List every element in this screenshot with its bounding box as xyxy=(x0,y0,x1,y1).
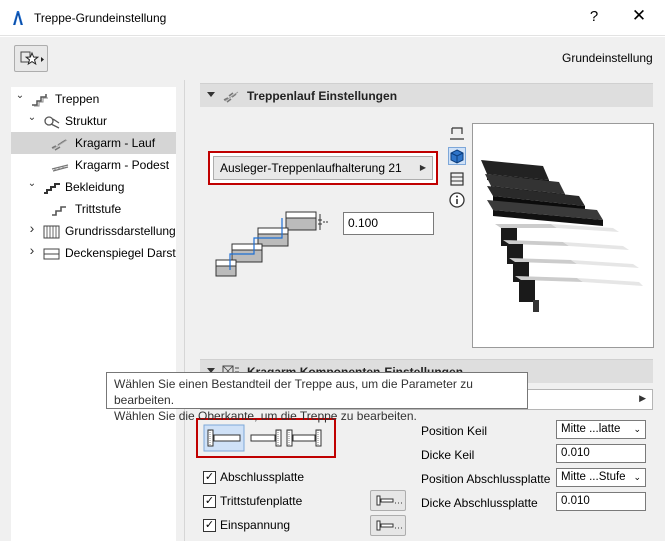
trittstufenplatte-checkbox[interactable]: ✓ xyxy=(203,495,216,508)
dicke-keil-input[interactable]: 0.010 xyxy=(556,444,646,463)
tree-item-trittstufe[interactable]: Trittstufe xyxy=(11,198,176,220)
tree-item-treppen[interactable]: ⌄ Treppen xyxy=(11,88,176,110)
checkbox-label: Einspannung xyxy=(220,518,291,532)
tree-item-kragarm-podest[interactable]: Kragarm - Podest xyxy=(11,154,176,176)
tree-item-label: Treppen xyxy=(55,92,100,106)
info-icon[interactable] xyxy=(448,191,466,209)
tree-item-label: Deckenspiegel Darste xyxy=(65,246,176,260)
tree-item-label: Grundrissdarstellung xyxy=(65,224,176,238)
settings-tree: ⌄ Treppen ⌄ Struktur Kragarm - Lauf Krag… xyxy=(11,87,176,541)
stair-run-icon xyxy=(222,88,240,103)
tree-item-label: Kragarm - Lauf xyxy=(75,136,156,150)
position-keil-select[interactable]: Mitte ...latte ⌄ xyxy=(556,420,646,439)
position-abschlussplatte-select[interactable]: Mitte ...Stufe ⌄ xyxy=(556,468,646,487)
stair-run-selector-highlight: Ausleger-Treppenlaufhalterung 21 ▶ xyxy=(208,151,438,185)
window-title: Treppe-Grundeinstellung xyxy=(34,11,167,25)
abschlussplatte-checkbox[interactable]: ✓ xyxy=(203,471,216,484)
thickness-input[interactable]: 0.100 xyxy=(343,212,434,235)
cladding-icon xyxy=(43,180,61,194)
floor-plan-icon xyxy=(43,224,61,239)
structure-icon xyxy=(43,114,61,129)
select-value: Mitte ...Stufe xyxy=(561,471,626,483)
tree-item-kragarm-lauf[interactable]: Kragarm - Lauf xyxy=(11,132,176,154)
tooltip-line-2: Wählen Sie die Oberkante, um die Treppe … xyxy=(114,409,417,423)
chevron-right-icon[interactable]: › xyxy=(27,242,37,261)
chevron-down-icon[interactable]: ⌄ xyxy=(27,176,37,195)
tooltip-line-1: Wählen Sie einen Bestandteil der Treppe … xyxy=(114,377,473,407)
tree-item-label: Bekleidung xyxy=(65,180,125,194)
select-value: Mitte ...latte xyxy=(561,423,621,435)
ceiling-plan-icon xyxy=(43,246,61,260)
cantilever-run-icon xyxy=(51,136,69,151)
tree-item-label: Trittstufe xyxy=(75,202,122,216)
caret-right-icon: ▶ xyxy=(639,393,646,403)
collapse-triangle-icon[interactable] xyxy=(207,92,215,97)
header-label: Grundeinstellung xyxy=(562,51,653,65)
view-3d-icon[interactable] xyxy=(448,147,466,165)
component-selector-highlight xyxy=(196,418,336,458)
selector-value: Ausleger-Treppenlaufhalterung 21 xyxy=(220,161,402,175)
cantilever-landing-icon xyxy=(51,158,69,172)
stair-3d-preview[interactable] xyxy=(472,123,654,348)
favorites-star-icon xyxy=(20,51,44,66)
tree-item-struktur[interactable]: ⌄ Struktur xyxy=(11,110,176,132)
tree-item-label: Struktur xyxy=(65,114,108,128)
einspannung-settings-button[interactable] xyxy=(370,515,406,536)
position-keil-label: Position Keil xyxy=(421,424,488,438)
tread-icon xyxy=(51,202,69,216)
chevron-down-icon: ⌄ xyxy=(633,472,641,482)
dicke-abschlussplatte-input[interactable]: 0.010 xyxy=(556,492,646,511)
help-button[interactable]: ? xyxy=(582,8,606,28)
position-abschlussplatte-label: Position Abschlussplatte xyxy=(421,472,551,486)
section-title: Treppenlauf Einstellungen xyxy=(247,89,398,103)
caret-right-icon: ▶ xyxy=(419,163,426,172)
view-2d-icon[interactable] xyxy=(448,125,466,143)
close-button[interactable]: ✕ xyxy=(624,6,654,30)
dicke-keil-label: Dicke Keil xyxy=(421,448,475,462)
pane-divider[interactable] xyxy=(184,80,185,541)
chevron-down-icon[interactable]: ⌄ xyxy=(15,88,25,107)
tree-item-deckenspiegel[interactable]: › Deckenspiegel Darste xyxy=(11,242,176,264)
trittstufenplatte-settings-button[interactable] xyxy=(370,490,406,511)
stair-run-selector[interactable]: Ausleger-Treppenlaufhalterung 21 ▶ xyxy=(213,156,433,180)
app-icon xyxy=(10,10,26,26)
chevron-down-icon: ⌄ xyxy=(633,424,641,434)
tree-item-grundrissdarstellung[interactable]: › Grundrissdarstellung xyxy=(11,220,176,242)
chevron-down-icon[interactable]: ⌄ xyxy=(27,110,37,129)
checkbox-label: Trittstufenplatte xyxy=(220,494,303,508)
section-header-treppenlauf[interactable]: Treppenlauf Einstellungen xyxy=(200,83,653,107)
einspannung-checkbox[interactable]: ✓ xyxy=(203,519,216,532)
chevron-right-icon[interactable]: › xyxy=(27,220,37,239)
tree-item-label: Kragarm - Podest xyxy=(75,158,170,172)
step-thickness-diagram xyxy=(210,208,336,286)
tree-item-bekleidung[interactable]: ⌄ Bekleidung xyxy=(11,176,176,198)
dicke-abschlussplatte-label: Dicke Abschlussplatte xyxy=(421,496,538,510)
favorites-button[interactable] xyxy=(14,45,48,72)
checkbox-label: Abschlussplatte xyxy=(220,470,305,484)
section-view-icon[interactable] xyxy=(448,170,466,188)
tooltip: Wählen Sie einen Bestandteil der Treppe … xyxy=(106,372,528,423)
stairs-icon xyxy=(31,92,49,107)
